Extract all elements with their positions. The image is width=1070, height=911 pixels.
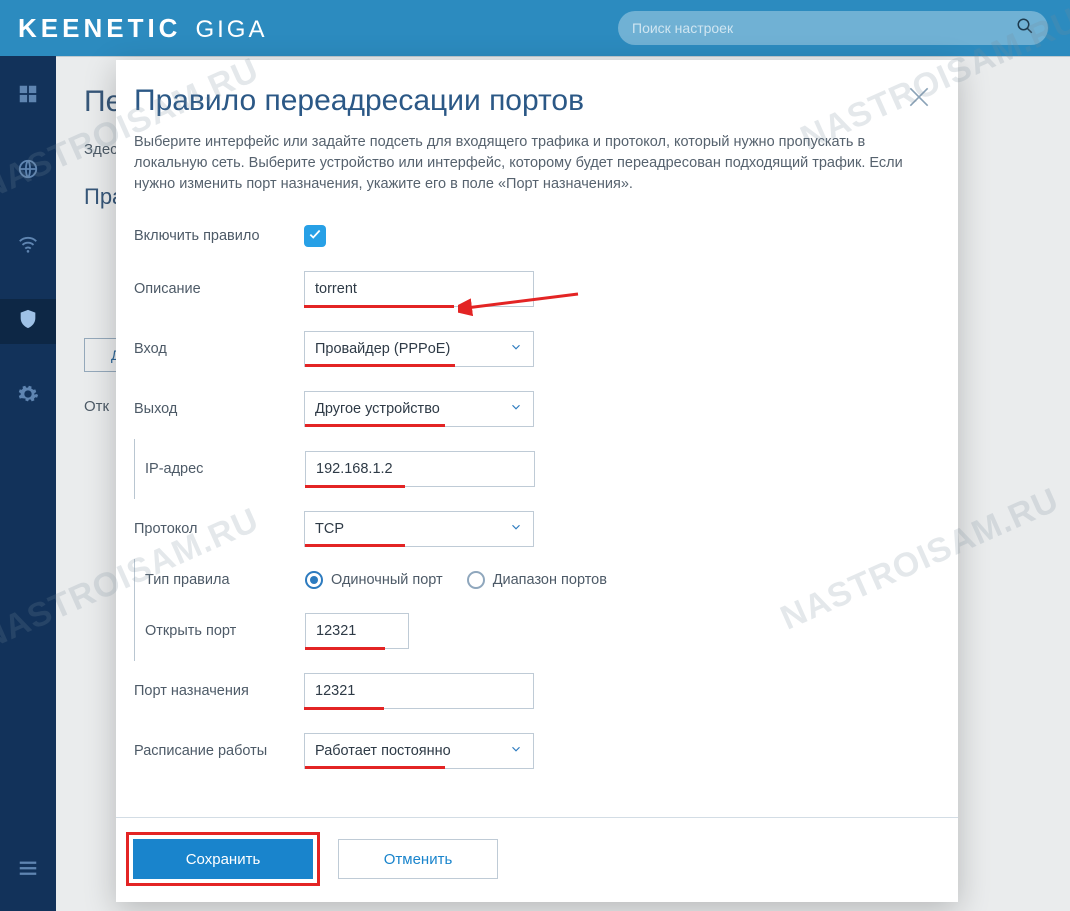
radio-range-label: Диапазон портов: [493, 572, 607, 588]
globe-icon: [17, 158, 39, 185]
input-select[interactable]: Провайдер (PPPoE): [304, 331, 534, 367]
modal-footer: Сохранить Отменить: [116, 817, 958, 902]
check-icon: [308, 227, 322, 246]
chevron-down-icon: [509, 340, 523, 358]
output-select-value: Другое устройство: [315, 401, 440, 417]
enable-checkbox[interactable]: [304, 225, 326, 247]
gear-icon: [17, 383, 39, 410]
dst-port-input[interactable]: [304, 673, 534, 709]
radio-single-label: Одиночный порт: [331, 572, 443, 588]
label-output: Выход: [134, 401, 304, 417]
label-rule-type: Тип правила: [135, 572, 305, 588]
chevron-down-icon: [509, 742, 523, 760]
modal-port-forward: Правило переадресации портов Выберите ин…: [116, 60, 958, 902]
protocol-select[interactable]: TCP: [304, 511, 534, 547]
description-input[interactable]: [304, 271, 534, 307]
nav-security[interactable]: [0, 299, 56, 344]
chevron-down-icon: [509, 400, 523, 418]
brand-sub: GIGA: [195, 16, 267, 44]
modal-form: Включить правило Описание Вход Провайдер…: [116, 209, 958, 781]
wifi-icon: [17, 233, 39, 260]
brand-logo: KEENETIC GIGA: [18, 13, 267, 44]
label-ip: IP-адрес: [135, 461, 305, 477]
cancel-button[interactable]: Отменить: [338, 839, 498, 879]
search-icon[interactable]: [1016, 17, 1034, 40]
input-select-value: Провайдер (PPPoE): [315, 341, 450, 357]
close-button[interactable]: [906, 84, 932, 115]
search-input[interactable]: [632, 20, 1016, 36]
grid-icon: [17, 83, 39, 110]
output-select[interactable]: Другое устройство: [304, 391, 534, 427]
shield-icon: [17, 308, 39, 335]
ip-input[interactable]: [305, 451, 535, 487]
label-description: Описание: [134, 281, 304, 297]
nav-settings[interactable]: [0, 374, 56, 419]
brand-main: KEENETIC: [18, 13, 181, 44]
modal-title: Правило переадресации портов: [134, 84, 584, 118]
label-input: Вход: [134, 341, 304, 357]
nav-wifi[interactable]: [0, 224, 56, 269]
nav-internet[interactable]: [0, 149, 56, 194]
side-nav: [0, 56, 56, 911]
hamburger-icon: [17, 857, 39, 884]
protocol-select-value: TCP: [315, 521, 344, 537]
nav-menu[interactable]: [0, 848, 56, 893]
search-box[interactable]: [618, 11, 1048, 45]
label-schedule: Расписание работы: [134, 743, 304, 759]
chevron-down-icon: [509, 520, 523, 538]
save-highlight-box: Сохранить: [126, 832, 320, 886]
schedule-select[interactable]: Работает постоянно: [304, 733, 534, 769]
close-icon: [906, 97, 932, 114]
label-enable: Включить правило: [134, 228, 304, 244]
save-button[interactable]: Сохранить: [133, 839, 313, 879]
label-protocol: Протокол: [134, 521, 304, 537]
schedule-select-value: Работает постоянно: [315, 743, 451, 759]
radio-single-port[interactable]: Одиночный порт: [305, 571, 443, 589]
radio-port-range[interactable]: Диапазон портов: [467, 571, 607, 589]
label-open-port: Открыть порт: [135, 623, 305, 639]
open-port-input[interactable]: [305, 613, 409, 649]
nav-dashboard[interactable]: [0, 74, 56, 119]
modal-description: Выберите интерфейс или задайте подсеть д…: [116, 128, 958, 209]
top-bar: KEENETIC GIGA: [0, 0, 1070, 56]
label-dst-port: Порт назначения: [134, 683, 304, 699]
